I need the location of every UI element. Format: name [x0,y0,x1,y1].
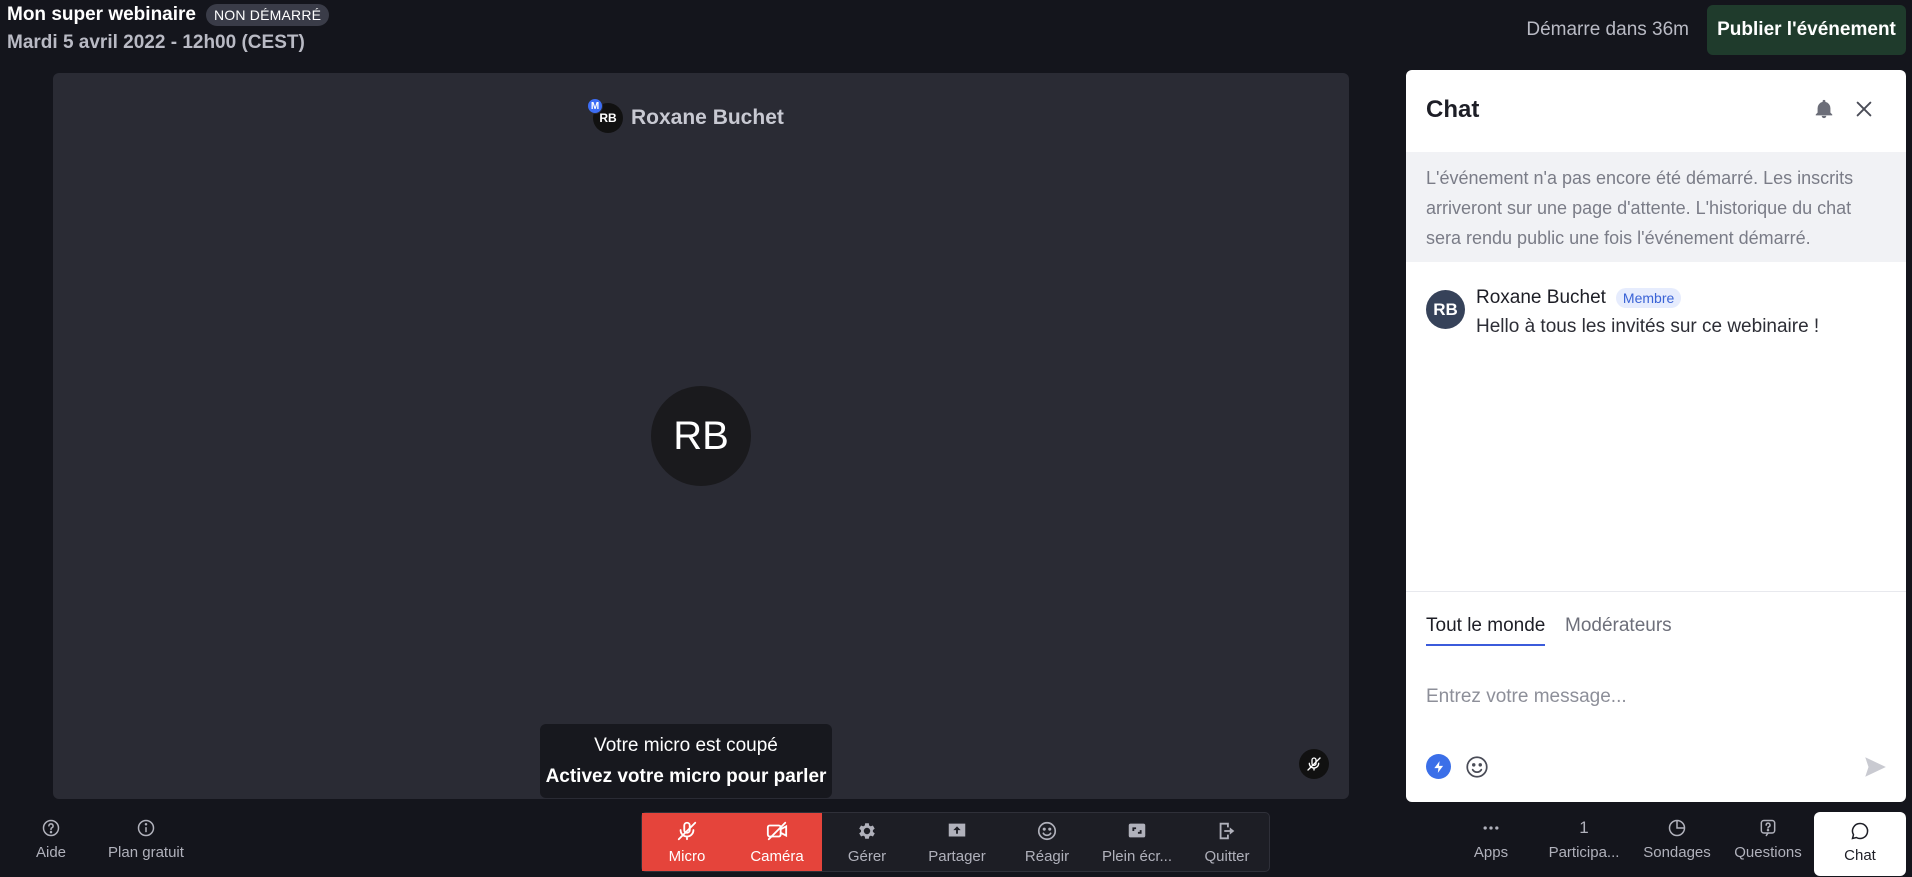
polls-label: Sondages [1643,844,1711,861]
stage-participant-label: M RB Roxane Buchet [587,98,784,133]
camera-off-icon [766,821,788,841]
smiley-icon [1037,821,1057,841]
message-author: Roxane Buchet [1476,287,1606,308]
manage-button[interactable]: Gérer [822,813,912,871]
camera-label: Caméra [750,848,804,865]
divider [1406,591,1906,592]
react-button[interactable]: Réagir [1002,813,1092,871]
question-icon [1760,819,1776,837]
questions-label: Questions [1734,844,1802,861]
help-label: Aide [35,844,67,861]
bottom-toolbar: Aide Plan gratuit Micro Caméra Gérer Par… [0,805,1912,877]
tab-everyone[interactable]: Tout le monde [1426,615,1546,646]
apps-label: Apps [1473,844,1509,861]
fullscreen-button[interactable]: Plein écr... [1092,813,1182,871]
close-icon[interactable] [1853,98,1877,122]
stage-mic-off-icon [1299,749,1329,779]
avatar: RB [1426,290,1465,329]
mic-muted-tooltip: Votre micro est coupé Activez votre micr… [540,724,832,798]
polls-button[interactable]: Sondages [1640,805,1714,871]
moderator-marker: M [587,98,603,114]
help-circle-icon [42,819,60,837]
publish-event-button[interactable]: Publier l'événement [1707,5,1906,55]
send-icon[interactable] [1862,754,1888,780]
event-date: Mardi 5 avril 2022 - 12h00 (CEST) [7,32,305,53]
chat-button[interactable]: Chat [1814,812,1906,876]
quit-button[interactable]: Quitter [1182,813,1272,871]
exit-icon [1219,822,1235,840]
react-label: Réagir [1024,848,1070,865]
manage-label: Gérer [847,848,887,865]
help-button[interactable]: Aide [30,805,72,871]
mic-off-icon [677,821,697,841]
mic-label: Micro [668,848,706,865]
lightning-icon[interactable] [1426,754,1451,779]
video-stage: M RB Roxane Buchet RB [53,73,1349,799]
status-badge: NON DÉMARRÉ [205,4,330,26]
share-button[interactable]: Partager [912,813,1002,871]
role-badge: Membre [1615,288,1682,308]
tooltip-line-2: Activez votre micro pour parler [545,766,827,787]
emoji-icon[interactable] [1464,754,1490,780]
share-label: Partager [928,848,986,865]
mic-button[interactable]: Micro [642,813,732,871]
info-circle-icon [137,819,155,837]
share-screen-icon [948,823,966,837]
participant-avatar: RB [651,386,751,486]
fullscreen-label: Plein écr... [1101,848,1173,865]
participants-button[interactable]: 1 Participa... [1545,805,1623,871]
message-header: Roxane Buchet Membre [1476,287,1682,309]
chat-panel: Chat L'événement n'a pas encore été déma… [1406,70,1906,802]
free-plan-button[interactable]: Plan gratuit [106,805,186,871]
free-plan-label: Plan gratuit [108,844,184,861]
title-row: Mon super webinaire NON DÉMARRÉ [7,4,330,26]
bell-icon[interactable] [1813,98,1837,122]
participants-label: Participa... [1548,844,1620,861]
message-text: Hello à tous les invités sur ce webinair… [1476,316,1820,337]
questions-button[interactable]: Questions [1733,805,1803,871]
participant-mini-avatar: M RB [587,98,623,133]
chat-label: Chat [1844,847,1876,864]
event-title: Mon super webinaire [7,4,196,25]
chat-title: Chat [1426,96,1480,123]
gear-icon [859,823,875,839]
countdown-text: Démarre dans 36m [1526,19,1689,40]
participant-name: Roxane Buchet [631,106,784,129]
dots-icon [1483,826,1499,830]
quit-label: Quitter [1204,848,1250,865]
fullscreen-icon [1128,823,1146,838]
top-bar: Mon super webinaire NON DÉMARRÉ Mardi 5 … [0,0,1912,70]
participants-count: 1 [1579,818,1589,837]
camera-button[interactable]: Caméra [732,813,822,871]
tooltip-line-1: Votre micro est coupé [594,735,778,756]
chat-message-input[interactable] [1426,682,1886,712]
chat-notice: L'événement n'a pas encore été démarré. … [1406,152,1906,262]
mini-avatar-initials: RB [599,111,617,125]
chat-bubble-icon [1851,822,1869,840]
poll-icon [1668,819,1686,837]
media-controls: Micro Caméra Gérer Partager Réagir Plein… [641,812,1270,872]
tab-moderators[interactable]: Modérateurs [1565,615,1672,637]
apps-button[interactable]: Apps [1470,805,1512,871]
